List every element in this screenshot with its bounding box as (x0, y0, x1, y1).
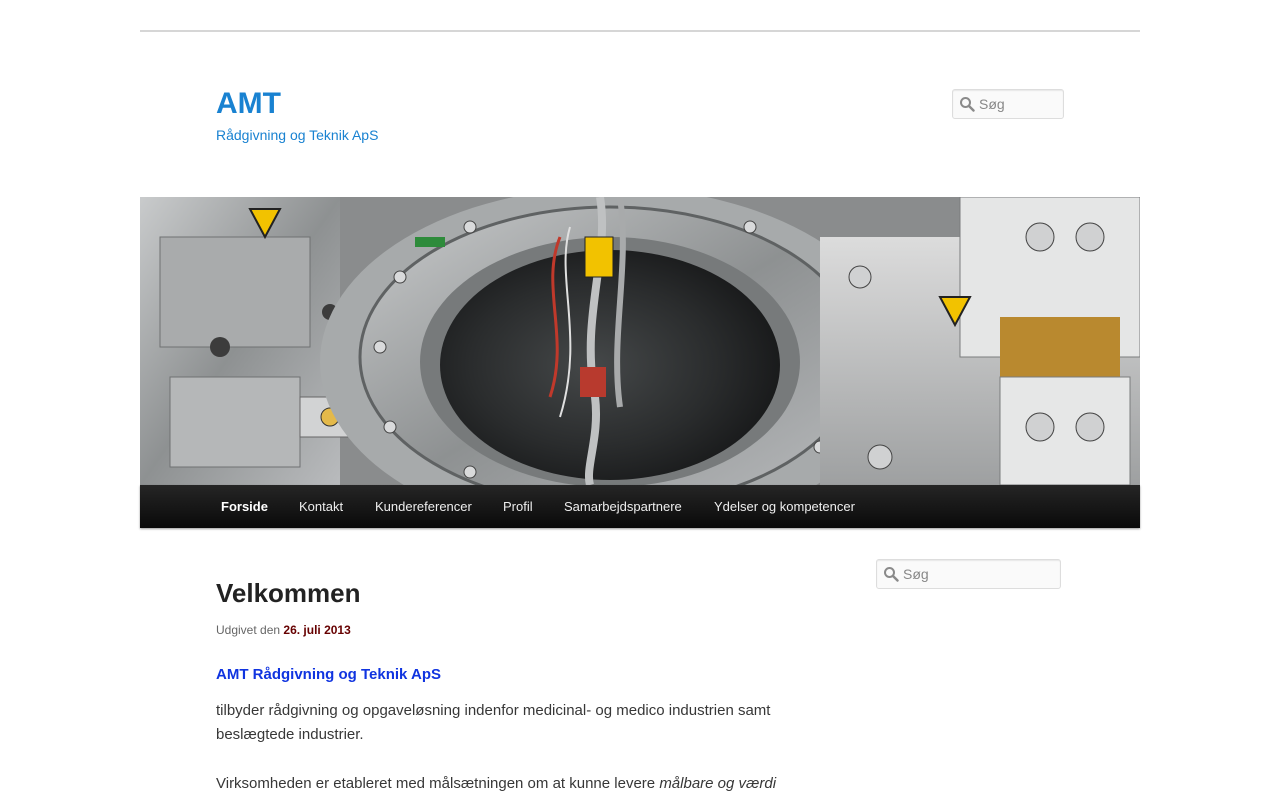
post-paragraph-2: Virksomheden er etableret med målsætning… (216, 772, 796, 796)
site-title[interactable]: AMT (216, 86, 281, 122)
post-title[interactable]: Velkommen (216, 576, 361, 610)
sidebar-search[interactable] (876, 559, 1061, 589)
top-divider (140, 30, 1140, 32)
header-search[interactable] (952, 89, 1064, 119)
post-meta: Udgivet den 26. juli 2013 (216, 622, 351, 638)
site-description: Rådgivning og Teknik ApS (216, 127, 379, 143)
post-paragraph-1: tilbyder rådgivning og opgaveløsning ind… (216, 702, 771, 743)
nav-item-kundereferencer[interactable]: Kundereferencer (375, 485, 472, 528)
nav-item-samarbejdspartnere[interactable]: Samarbejdspartnere (564, 485, 682, 528)
nav-item-kontakt[interactable]: Kontakt (299, 485, 343, 528)
main-navigation: Forside Kontakt Kundereferencer Profil S… (140, 485, 1140, 528)
nav-item-forside[interactable]: Forside (221, 485, 268, 528)
nav-item-ydelser-og-kompetencer[interactable]: Ydelser og kompetencer (714, 485, 855, 528)
search-icon (960, 97, 975, 112)
header-search-input[interactable] (979, 94, 1057, 114)
nav-item-profil[interactable]: Profil (503, 485, 533, 528)
post-paragraph-2-emphasis: målbare og værdi (659, 775, 777, 792)
post-paragraph-2-text: Virksomheden er etableret med målsætning… (216, 775, 656, 792)
header-banner-image[interactable] (140, 197, 1140, 485)
sidebar-search-input[interactable] (903, 564, 1054, 584)
post-date-link[interactable]: 26. juli 2013 (283, 623, 350, 637)
post-subheading: AMT Rådgivning og Teknik ApS (216, 666, 441, 683)
banner-photo (140, 197, 1140, 485)
post-meta-prefix: Udgivet den (216, 623, 281, 637)
search-icon (884, 567, 899, 582)
